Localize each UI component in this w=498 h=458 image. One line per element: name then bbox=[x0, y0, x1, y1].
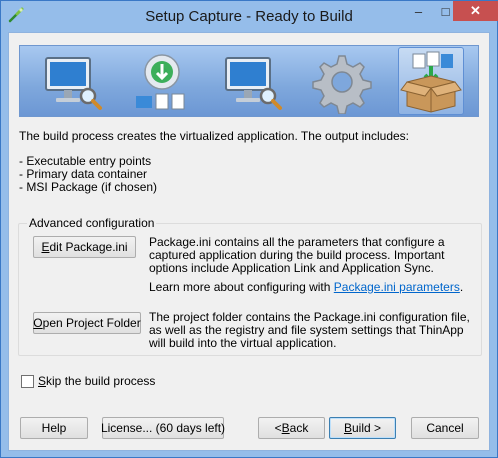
list-item: - MSI Package (if chosen) bbox=[19, 180, 158, 194]
advanced-configuration-title: Advanced configuration bbox=[27, 216, 157, 230]
close-button[interactable]: ✕ bbox=[453, 1, 498, 21]
skip-build-checkbox[interactable] bbox=[21, 374, 34, 388]
skip-build-checkbox-row[interactable]: Skip the build process bbox=[21, 374, 155, 388]
minimize-button[interactable]: – bbox=[405, 1, 432, 21]
dialog-body: The build process creates the virtualize… bbox=[8, 32, 490, 451]
help-button[interactable]: Help bbox=[20, 417, 88, 439]
output-list: - Executable entry points - Primary data… bbox=[19, 155, 157, 194]
setup-capture-window: Setup Capture - Ready to Build – □ ✕ The… bbox=[0, 0, 498, 458]
cancel-button[interactable]: Cancel bbox=[411, 417, 479, 439]
edit-package-ini-description: Package.ini contains all the parameters … bbox=[149, 235, 445, 275]
cd-install-icon bbox=[136, 54, 185, 110]
back-button[interactable]: < Back bbox=[258, 417, 325, 439]
intro-text: The build process creates the virtualize… bbox=[19, 129, 410, 143]
monitor-magnifier-icon bbox=[225, 57, 282, 110]
build-button[interactable]: Build > bbox=[329, 417, 396, 439]
open-project-folder-button[interactable]: Open Project Folder bbox=[33, 312, 141, 334]
open-project-folder-description: The project folder contains the Package.… bbox=[149, 310, 470, 350]
current-step-highlight bbox=[398, 47, 464, 115]
learn-more-text: Learn more about configuring with Packag… bbox=[149, 280, 464, 294]
license-button[interactable]: License... (60 days left) bbox=[101, 417, 225, 439]
package-ini-parameters-link[interactable]: Package.ini parameters bbox=[334, 280, 460, 294]
package-box-icon bbox=[400, 51, 462, 113]
edit-package-ini-button[interactable]: Edit Package.ini bbox=[33, 236, 136, 258]
gear-icon bbox=[312, 55, 372, 114]
monitor-magnifier-icon bbox=[45, 57, 102, 110]
skip-build-label: Skip the build process bbox=[38, 374, 156, 388]
wizard-steps-banner bbox=[19, 45, 479, 117]
title-bar[interactable]: Setup Capture - Ready to Build – □ ✕ bbox=[1, 1, 498, 31]
